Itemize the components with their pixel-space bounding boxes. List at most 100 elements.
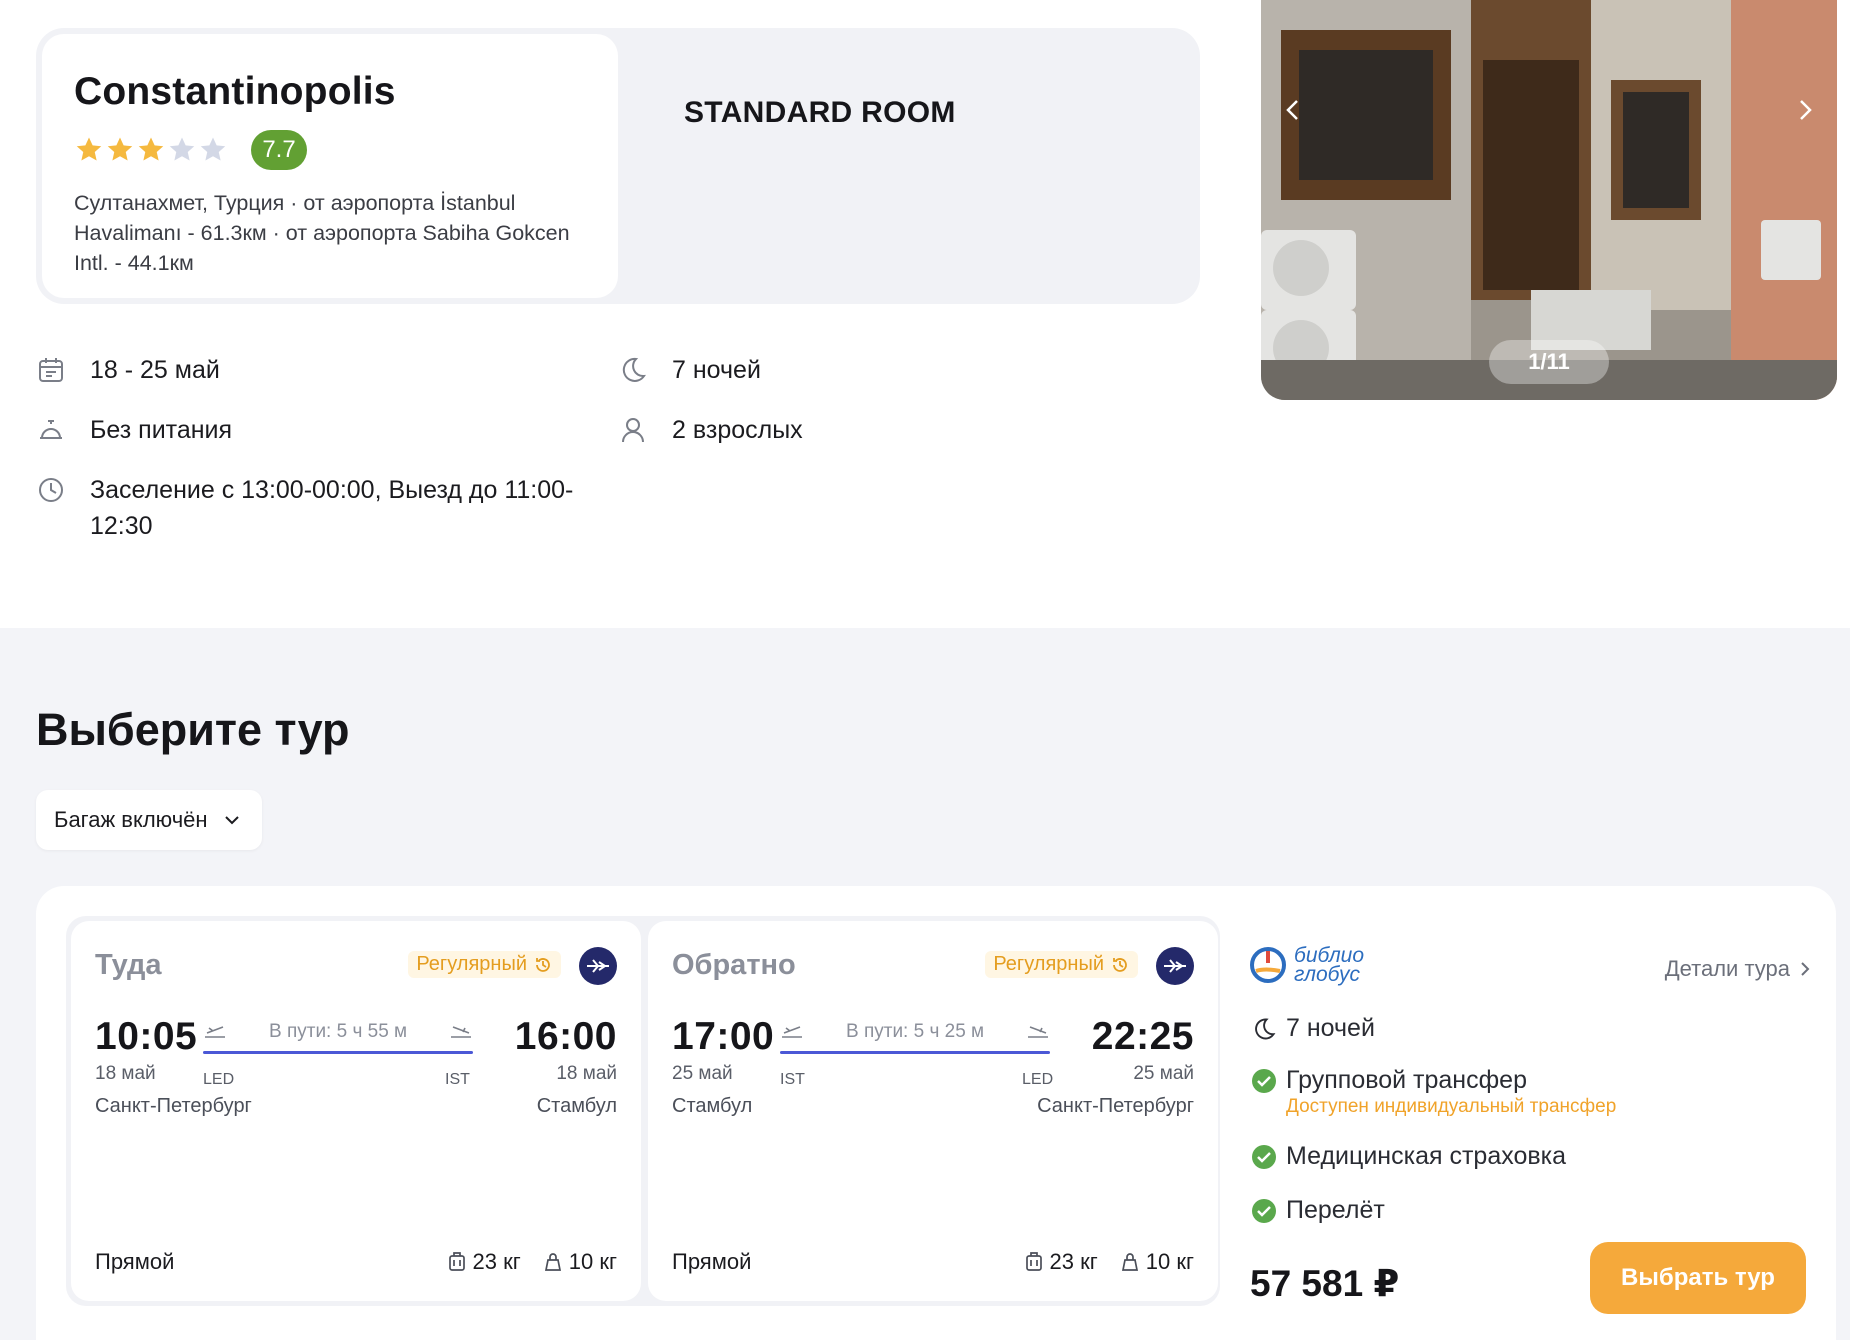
checked-baggage: 23 кг [447, 1249, 521, 1275]
star-icon [76, 137, 102, 161]
checkin-text: Заселение с 13:00-00:00, Выезд до 11:00-… [90, 476, 574, 540]
room-title: STANDARD ROOM [684, 96, 956, 129]
arrival-time: 22:25 [1091, 1015, 1194, 1058]
operator-name: библио глобус [1294, 945, 1364, 986]
summary-flight: Перелёт [1250, 1196, 1385, 1225]
chevron-down-icon [224, 816, 239, 825]
badge-label: Регулярный [993, 953, 1104, 975]
arrival-date: 25 май [1133, 1063, 1194, 1084]
info-checkin: Заселение с 13:00-00:00, Выезд до 11:00-… [36, 472, 606, 544]
operator-name-line2: глобус [1294, 963, 1360, 986]
tour-summary: библио глобус Детали тура 7 ночей Группо… [1250, 916, 1810, 1314]
dates-text: 18 - 25 май [90, 356, 220, 384]
baggage-info: 23 кг 10 кг [447, 1249, 617, 1275]
transfer-upgrade-note[interactable]: Доступен индивидуальный трансфер [1286, 1096, 1616, 1118]
handbag-icon [544, 1253, 561, 1271]
summary-insurance: Медицинская страховка [1250, 1142, 1566, 1171]
flight-direction: Туда [95, 949, 162, 981]
history-icon [536, 957, 550, 972]
badge-label: Регулярный [416, 953, 527, 975]
summary-nights-text: 7 ночей [1286, 1014, 1375, 1042]
meal-cloche-icon [36, 415, 66, 445]
route-line [203, 1051, 473, 1054]
guests-text: 2 взрослых [672, 416, 803, 444]
info-nights: 7 ночей [618, 352, 761, 388]
moon-icon [1250, 1015, 1278, 1043]
departure-city: Санкт-Петербург [95, 1095, 252, 1117]
filter-label: Багаж включён [54, 807, 208, 832]
arrival-date: 18 май [556, 1063, 617, 1084]
tour-card: Туда Регулярный 10:05 18 май Санкт-Петер… [36, 886, 1836, 1340]
meal-text: Без питания [90, 416, 233, 444]
clock-icon [36, 475, 66, 505]
departure-airport-code: LED [203, 1071, 235, 1088]
flight-duration: В пути: 5 ч 55 м [269, 1021, 408, 1042]
chevron-right-icon [1800, 100, 1812, 120]
gallery-prev-button[interactable] [1275, 92, 1311, 128]
baggage-info: 23 кг 10 кг [1024, 1249, 1194, 1275]
flight-type-badge: Регулярный [408, 951, 561, 978]
check-circle-icon [1250, 1143, 1278, 1171]
takeoff-icon [205, 1026, 225, 1038]
baggage-filter-dropdown[interactable]: Багаж включён [36, 790, 262, 850]
tour-price: 57 581 ₽ [1250, 1263, 1400, 1304]
suitcase-icon [448, 1252, 465, 1271]
hotel-address: Султанахмет, Турция · от аэропорта İstan… [74, 191, 570, 275]
gallery-next-button[interactable] [1787, 92, 1823, 128]
departure-time: 10:05 [95, 1015, 198, 1058]
nights-text: 7 ночей [672, 356, 761, 384]
airline-logo-icon [579, 947, 617, 985]
summary-insurance-text: Медицинская страховка [1286, 1142, 1567, 1170]
star-icon [107, 137, 133, 161]
operator-logo-icon [1250, 947, 1286, 983]
star-empty-icon [200, 137, 226, 161]
airline-logo-icon [1156, 947, 1194, 985]
tour-selection-section: Выберите тур Багаж включён Туда Регулярн… [0, 628, 1850, 1340]
hotel-photo-gallery[interactable]: 1/11 [1261, 0, 1837, 400]
departure-date: 18 май [95, 1063, 156, 1084]
flight-duration: В пути: 5 ч 25 м [846, 1021, 985, 1042]
person-icon [618, 415, 648, 445]
choose-tour-button[interactable]: Выбрать тур [1590, 1242, 1806, 1314]
flight-return: Обратно Регулярный 17:00 25 май Стамбул … [648, 921, 1218, 1301]
departure-date: 25 май [672, 1063, 733, 1084]
checked-baggage: 23 кг [1024, 1249, 1098, 1275]
hotel-header: Constantinopolis 7.7 Султанахмет, Турция… [36, 28, 1200, 304]
arrival-time: 16:00 [514, 1015, 617, 1058]
hand-luggage-weight: 10 кг [1145, 1249, 1194, 1274]
arrival-city: Стамбул [536, 1095, 617, 1117]
gallery-counter: 1/11 [1489, 340, 1609, 384]
moon-icon [618, 355, 648, 385]
info-guests: 2 взрослых [618, 412, 803, 448]
rating-score-badge: 7.7 [251, 130, 307, 170]
departure-time: 17:00 [672, 1015, 775, 1058]
flight-kind: Прямой [672, 1249, 752, 1274]
section-title: Выберите тур [36, 704, 350, 755]
landing-icon [451, 1026, 471, 1038]
info-meal: Без питания [36, 412, 232, 448]
summary-flight-text: Перелёт [1286, 1196, 1385, 1224]
hand-luggage: 10 кг [543, 1249, 617, 1275]
tour-details-link[interactable]: Детали тура [1665, 956, 1810, 982]
handbag-icon [1121, 1253, 1138, 1271]
flight-direction: Обратно [672, 949, 796, 981]
hand-luggage-weight: 10 кг [568, 1249, 617, 1274]
flight-outbound: Туда Регулярный 10:05 18 май Санкт-Петер… [71, 921, 641, 1301]
route-line [780, 1051, 1050, 1054]
chevron-left-icon [1286, 100, 1298, 120]
flight-kind: Прямой [95, 1249, 175, 1274]
summary-nights: 7 ночей [1250, 1014, 1375, 1043]
flights-block: Туда Регулярный 10:05 18 май Санкт-Петер… [66, 916, 1220, 1306]
suitcase-icon [1025, 1252, 1042, 1271]
hand-luggage: 10 кг [1120, 1249, 1194, 1275]
history-icon [1113, 957, 1127, 972]
flight-type-badge: Регулярный [985, 951, 1138, 978]
hotel-name: Constantinopolis [74, 70, 396, 113]
rating-row: 7.7 [74, 130, 586, 170]
takeoff-icon [782, 1026, 802, 1038]
info-dates: 18 - 25 май [36, 352, 220, 388]
summary-transfer-text: Групповой трансфер [1286, 1066, 1527, 1094]
checked-baggage-weight: 23 кг [472, 1249, 521, 1274]
arrival-airport-code: LED [1022, 1071, 1054, 1088]
departure-airport-code: IST [780, 1071, 805, 1088]
